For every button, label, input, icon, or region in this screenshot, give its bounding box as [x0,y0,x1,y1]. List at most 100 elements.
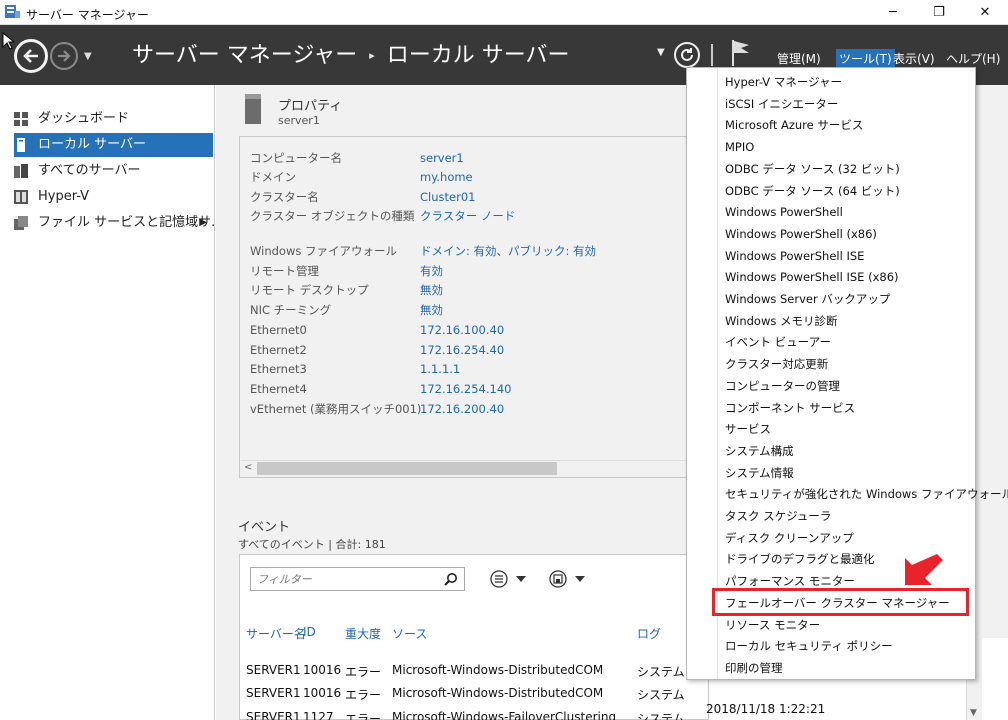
forward-button[interactable] [50,42,78,70]
scrollbar-thumb[interactable] [257,462,557,475]
table-row[interactable]: SERVER1 10016 エラー Microsoft-Windows-Distrib… [246,686,706,706]
property-label: Windows ファイアウォール [250,244,397,258]
table-row[interactable]: SERVER1 1127 エラー Microsoft-Windows-Failover… [246,710,706,720]
sidebar-item-label: すべてのサーバー [38,163,141,178]
property-value-link[interactable]: 172.16.254.140 [420,380,511,398]
property-row: vEthernet (業務用スイッチ001) 172.16.200.40 [250,400,690,418]
sidebar-item-label: ローカル サーバー [38,137,147,152]
tools-menu-item[interactable]: ローカル セキュリティ ポリシー [725,636,893,656]
property-row: Ethernet2 172.16.254.40 [250,341,690,359]
property-value-link[interactable]: クラスター ノード [420,207,515,225]
column-header-id[interactable]: ID [303,625,316,639]
breadcrumb-root[interactable]: サーバー マネージャー [132,43,357,68]
sidebar-item-dashboard[interactable]: ダッシュボード [14,107,213,131]
back-button[interactable] [14,39,48,73]
property-value-link[interactable]: 1.1.1.1 [420,360,460,378]
sidebar-item-hyper-v[interactable]: Hyper-V [14,185,213,209]
tools-menu-item[interactable]: タスク スケジューラ [725,506,831,526]
column-header-source[interactable]: ソース [392,625,427,642]
tools-menu-item[interactable]: サービス [725,419,771,439]
table-row[interactable]: SERVER1 10016 エラー Microsoft-Windows-Distrib… [246,663,706,683]
property-value-link[interactable]: Cluster01 [420,188,475,206]
minimize-button[interactable]: ─ [870,0,916,25]
red-pointer-arrow-icon [905,554,943,585]
property-row: Ethernet3 1.1.1.1 [250,360,690,378]
menu-help[interactable]: ヘルプ(H) [943,49,1003,69]
local-server-icon [17,137,25,152]
property-row: Windows ファイアウォール ドメイン: 有効、パブリック: 有効 [250,242,690,260]
history-dropdown-icon[interactable]: ▼ [84,51,96,62]
refresh-dropdown-icon[interactable]: ▼ [657,47,665,58]
tools-menu-item[interactable]: ドライブのデフラグと最適化 [725,549,875,569]
search-icon[interactable] [444,572,458,586]
property-value-link[interactable]: 172.16.254.40 [420,341,504,359]
property-row: クラスター名 Cluster01 [250,188,690,206]
property-value-link[interactable]: 無効 [420,281,443,299]
property-label: Ethernet0 [250,323,307,337]
column-header-log[interactable]: ログ [637,625,661,642]
menu-view[interactable]: 表示(V) [890,49,938,69]
tools-menu-item[interactable]: Windows Server バックアップ [725,289,890,309]
list-options-icon[interactable] [490,570,528,588]
notifications-flag-icon[interactable] [731,40,751,66]
sidebar-item-label: Hyper-V [38,189,90,204]
property-value-link[interactable]: 172.16.200.40 [420,400,504,418]
cell-server: SERVER1 [246,663,301,677]
tools-menu-item[interactable]: イベント ビューアー [725,332,831,352]
property-value-link[interactable]: ドメイン: 有効、パブリック: 有効 [420,242,596,260]
tools-menu-item[interactable]: iSCSI イニシエーター [725,94,838,114]
sidebar-item-label: ダッシュボード [38,111,130,126]
breadcrumb: サーバー マネージャー ▸ ローカル サーバー [132,38,570,74]
tools-menu-item[interactable]: Windows PowerShell ISE [725,246,864,266]
restore-button[interactable]: ❐ [916,0,962,25]
tools-menu-item[interactable]: コンピューターの管理 [725,376,840,396]
tools-menu-item[interactable]: 印刷の管理 [725,658,783,678]
events-panel: サーバー名 ID 重大度 ソース ログ SERVER110016エラーMicro… [239,554,709,720]
property-value-link[interactable]: 無効 [420,301,443,319]
property-value-link[interactable]: 有効 [420,262,443,280]
property-label: NIC チーミング [250,303,332,317]
scroll-down-icon[interactable]: ▼ [970,708,977,718]
cell-id: 10016 [303,663,342,677]
property-value-link[interactable]: server1 [420,149,464,167]
menu-tools[interactable]: ツール(T) [836,49,895,69]
tools-menu-item[interactable]: Hyper-V マネージャー [725,72,842,92]
tools-menu-item[interactable]: Windows PowerShell (x86) [725,224,877,244]
menu-manage[interactable]: 管理(M) [774,49,824,69]
events-title: イベント [238,520,291,535]
property-label: Ethernet2 [250,343,307,357]
property-value-link[interactable]: my.home [420,168,473,186]
arrow-right-icon [58,50,71,62]
tools-menu-item[interactable]: リソース モニター [725,615,820,635]
tools-menu-item[interactable]: ディスク クリーンアップ [725,528,854,548]
tools-menu-item[interactable]: ODBC データ ソース (32 ビット) [725,159,900,179]
tools-menu-item[interactable]: Windows PowerShell [725,202,843,222]
property-value-link[interactable]: 172.16.100.40 [420,321,504,339]
refresh-button[interactable] [674,42,700,68]
window-title: サーバー マネージャー [26,8,149,22]
tools-menu-item[interactable]: Windows メモリ診断 [725,311,838,331]
tools-menu-item[interactable]: コンポーネント サービス [725,398,855,418]
properties-horizontal-scrollbar[interactable]: < [241,460,701,476]
save-query-icon[interactable] [549,570,587,588]
cell-severity: エラー [345,712,382,720]
tools-menu-item[interactable]: セキュリティが強化された Windows ファイアウォール [725,484,1008,504]
close-button[interactable]: ✕ [962,0,1008,25]
cell-date: 2018/11/18 1:22:21 [706,702,826,716]
tools-menu-item[interactable]: クラスター対応更新 [725,354,828,374]
property-row: NIC チーミング 無効 [250,301,690,319]
filter-input[interactable] [251,568,441,590]
scroll-left-icon[interactable]: < [244,462,252,473]
tools-menu-item[interactable]: ODBC データ ソース (64 ビット) [725,181,900,201]
sidebar-item-file-services[interactable]: ファイル サービスと記憶域サ... ▶ [14,211,224,235]
property-row: コンピューター名 server1 [250,149,690,167]
column-header-severity[interactable]: 重大度 [345,625,381,642]
column-header-server[interactable]: サーバー名 [246,625,306,642]
tools-menu-item[interactable]: システム情報 [725,463,794,483]
sidebar-item-local-server[interactable]: ローカル サーバー [14,133,213,157]
tools-menu-item[interactable]: システム構成 [725,441,794,461]
tools-menu-item[interactable]: Microsoft Azure サービス [725,115,863,135]
tools-menu-item[interactable]: MPIO [725,137,754,157]
tools-menu-item[interactable]: Windows PowerShell ISE (x86) [725,267,899,287]
sidebar-item-all-servers[interactable]: すべてのサーバー [14,159,213,183]
